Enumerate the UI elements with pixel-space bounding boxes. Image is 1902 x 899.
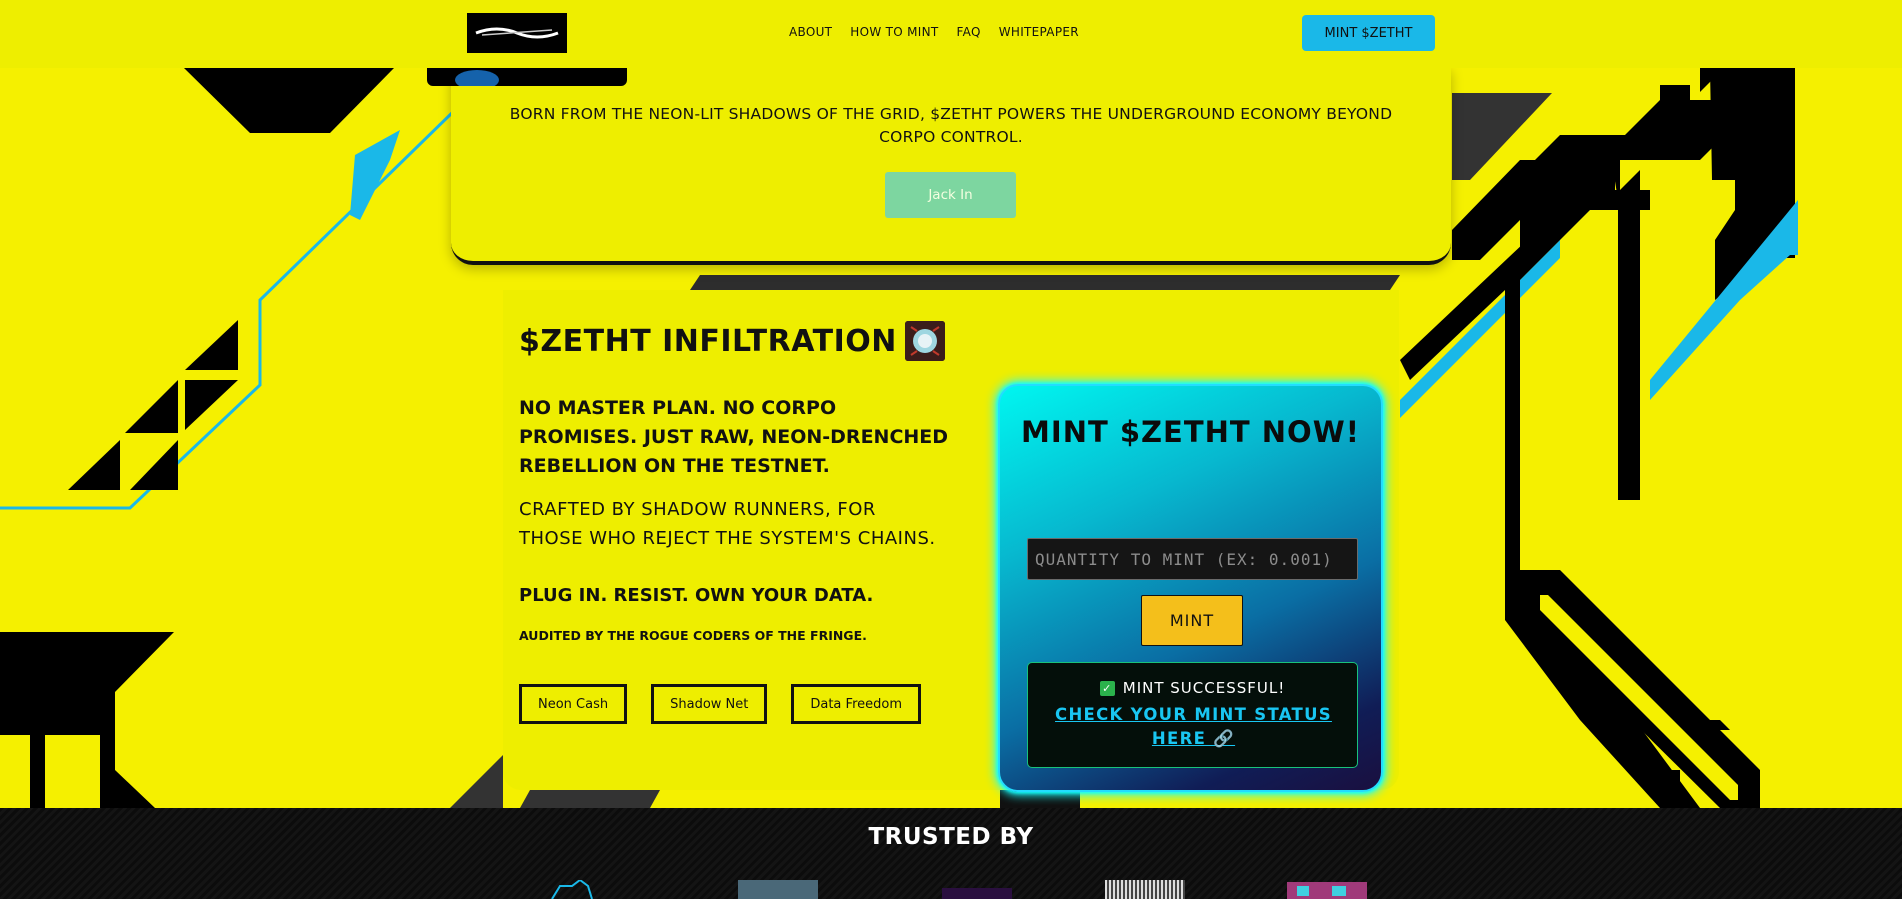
mint-status-link[interactable]: CHECK YOUR MINT STATUS HERE 🔗 — [1044, 703, 1343, 751]
jack-in-button[interactable]: Jack In — [885, 172, 1016, 218]
tag-data-freedom[interactable]: Data Freedom — [791, 684, 921, 724]
infiltration-lead: NO MASTER PLAN. NO CORPO PROMISES. JUST … — [519, 397, 949, 477]
audit-note: AUDITED BY THE ROGUE CODERS OF THE FRING… — [519, 628, 867, 643]
mint-heading: MINT $ZETHT NOW! — [1021, 415, 1360, 449]
nav-link-about[interactable]: ABOUT — [789, 25, 832, 39]
token-badge-icon — [904, 321, 945, 361]
nav-mint-button[interactable]: MINT $ZETHT — [1302, 15, 1435, 51]
feature-tags: Neon Cash Shadow Net Data Freedom — [519, 684, 921, 724]
nav-link-whitepaper[interactable]: WHITEPAPER — [999, 25, 1079, 39]
hero-card: BORN FROM THE NEON-LIT SHADOWS OF THE GR… — [451, 68, 1451, 265]
hero-image-tab — [427, 68, 627, 86]
mint-button[interactable]: MINT — [1141, 595, 1243, 646]
top-navbar: ABOUT HOW TO MINT FAQ WHITEPAPER MINT $Z… — [0, 0, 1902, 68]
trusted-by-title: TRUSTED BY — [868, 824, 1034, 850]
trusted-by-section: TRUSTED BY — [0, 808, 1902, 899]
infiltration-title-text: $ZETHT INFILTRATION — [519, 323, 897, 359]
mint-status-line: ✓ MINT SUCCESSFUL! — [1028, 679, 1357, 697]
nav-links: ABOUT HOW TO MINT FAQ WHITEPAPER — [789, 25, 1079, 39]
hero-text: BORN FROM THE NEON-LIT SHADOWS OF THE GR… — [509, 105, 1393, 146]
hero-glow-icon — [455, 70, 499, 86]
infiltration-emphasis: PLUG IN. RESIST. OWN YOUR DATA. — [519, 585, 874, 606]
tag-shadow-net[interactable]: Shadow Net — [651, 684, 768, 724]
infiltration-title: $ZETHT INFILTRATION — [519, 321, 945, 361]
mint-status-box: ✓ MINT SUCCESSFUL! CHECK YOUR MINT STATU… — [1027, 662, 1358, 768]
partner-logo-1[interactable] — [532, 878, 612, 899]
partner-logo-2[interactable] — [738, 880, 818, 899]
logo-mark-icon — [475, 27, 559, 39]
mint-quantity-input[interactable] — [1027, 538, 1358, 580]
mint-panel: MINT $ZETHT NOW! MINT ✓ MINT SUCCESSFUL!… — [998, 384, 1383, 792]
nav-link-how-to-mint[interactable]: HOW TO MINT — [850, 25, 938, 39]
check-icon: ✓ — [1099, 680, 1115, 696]
mint-status-text: MINT SUCCESSFUL! — [1122, 679, 1286, 697]
site-logo[interactable] — [467, 13, 567, 53]
infiltration-paragraph: CRAFTED BY SHADOW RUNNERS, FOR THOSE WHO… — [519, 499, 936, 549]
partner-logo-4[interactable] — [1105, 880, 1185, 899]
tag-neon-cash[interactable]: Neon Cash — [519, 684, 628, 724]
nav-link-faq[interactable]: FAQ — [957, 25, 981, 39]
partner-logo-5[interactable] — [1287, 880, 1367, 899]
partner-logo-3[interactable] — [937, 880, 1017, 899]
